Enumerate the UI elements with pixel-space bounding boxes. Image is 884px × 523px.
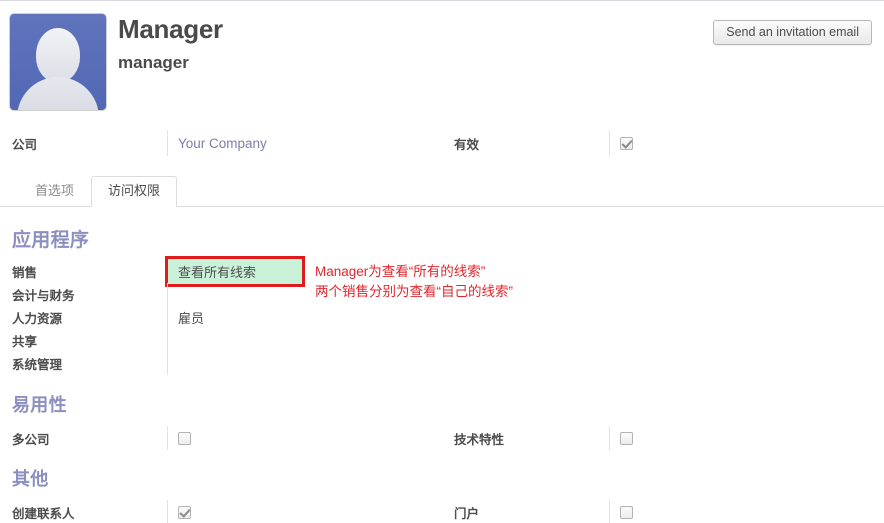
other-rows: 创建联系人 门户 <box>12 499 872 523</box>
group-other: 其他 创建联系人 门户 <box>12 465 872 523</box>
group-title: 其他 <box>12 469 49 489</box>
setting-checkbox[interactable] <box>620 505 633 519</box>
setting-label: 创建联系人 <box>12 506 75 521</box>
setting-checkbox[interactable] <box>178 431 191 445</box>
field-divider <box>167 426 168 450</box>
company-label: 公司 <box>12 137 38 152</box>
setting-label: 门户 <box>454 506 480 521</box>
group-usability: 易用性 多公司 技术特性 <box>12 391 872 451</box>
field-divider <box>609 130 610 156</box>
setting-field: 门户 <box>454 499 633 523</box>
avatar-body-shape <box>17 77 99 110</box>
application-value-highlighted[interactable]: 查看所有线索 <box>164 256 306 287</box>
active-field: 有效 <box>454 129 633 157</box>
default-user-avatar[interactable] <box>9 13 107 111</box>
field-divider <box>167 500 168 523</box>
application-label: 销售 <box>12 266 38 280</box>
settings-row: 多公司 技术特性 <box>12 425 872 451</box>
setting-field: 创建联系人 <box>12 499 191 523</box>
page-subtitle: manager <box>118 52 189 72</box>
application-row: 销售 查看所有线索 <box>12 256 872 287</box>
application-row: 会计与财务 <box>12 283 872 306</box>
group-title: 应用程序 <box>12 230 90 251</box>
tab-access-rights[interactable]: 访问权限 <box>91 176 178 207</box>
company-value[interactable]: Your Company <box>168 136 267 151</box>
application-label: 人力资源 <box>12 312 63 326</box>
tab-bar: 首选项 访问权限 <box>0 176 884 207</box>
field-divider <box>167 283 168 306</box>
application-value[interactable]: 雇员 <box>168 308 204 327</box>
field-divider <box>609 500 610 523</box>
company-field: 公司 Your Company <box>12 129 267 157</box>
active-checkbox[interactable] <box>620 136 633 150</box>
send-invitation-email-button[interactable]: Send an invitation email <box>713 20 872 45</box>
page-title: Manager <box>118 14 223 44</box>
header-fields: 公司 Your Company 有效 <box>0 121 884 173</box>
application-label: 系统管理 <box>12 358 63 372</box>
field-divider <box>167 352 168 375</box>
application-label: 共享 <box>12 335 38 349</box>
record-titles: Manager manager <box>118 14 223 73</box>
group-title: 易用性 <box>12 395 67 415</box>
settings-row: 创建联系人 门户 <box>12 499 872 523</box>
access-rights-content: 应用程序 Manager为查看“所有的线索” 两个销售分别为查看“自己的线索” … <box>0 207 884 523</box>
group-applications: 应用程序 Manager为查看“所有的线索” 两个销售分别为查看“自己的线索” … <box>12 225 872 375</box>
user-form-page: Manager manager Send an invitation email… <box>0 0 884 523</box>
avatar-head-shape <box>36 28 80 82</box>
usability-rows: 多公司 技术特性 <box>12 425 872 451</box>
setting-label: 技术特性 <box>454 432 505 447</box>
field-divider <box>609 426 610 450</box>
tab-preferences[interactable]: 首选项 <box>18 176 91 207</box>
tab-list: 首选项 访问权限 <box>18 176 178 207</box>
record-header: Manager manager Send an invitation email <box>0 1 884 121</box>
application-row: 系统管理 <box>12 352 872 375</box>
setting-field: 多公司 <box>12 425 191 451</box>
application-row: 共享 <box>12 329 872 352</box>
setting-label: 多公司 <box>12 432 50 447</box>
setting-checkbox[interactable] <box>620 431 633 445</box>
setting-field: 技术特性 <box>454 425 633 451</box>
application-rows: Manager为查看“所有的线索” 两个销售分别为查看“自己的线索” 销售 查看所… <box>12 256 872 375</box>
application-label: 会计与财务 <box>12 289 75 303</box>
field-divider <box>167 329 168 352</box>
setting-checkbox[interactable] <box>178 505 191 519</box>
application-row: 人力资源 雇员 <box>12 306 872 329</box>
active-label: 有效 <box>454 137 480 152</box>
